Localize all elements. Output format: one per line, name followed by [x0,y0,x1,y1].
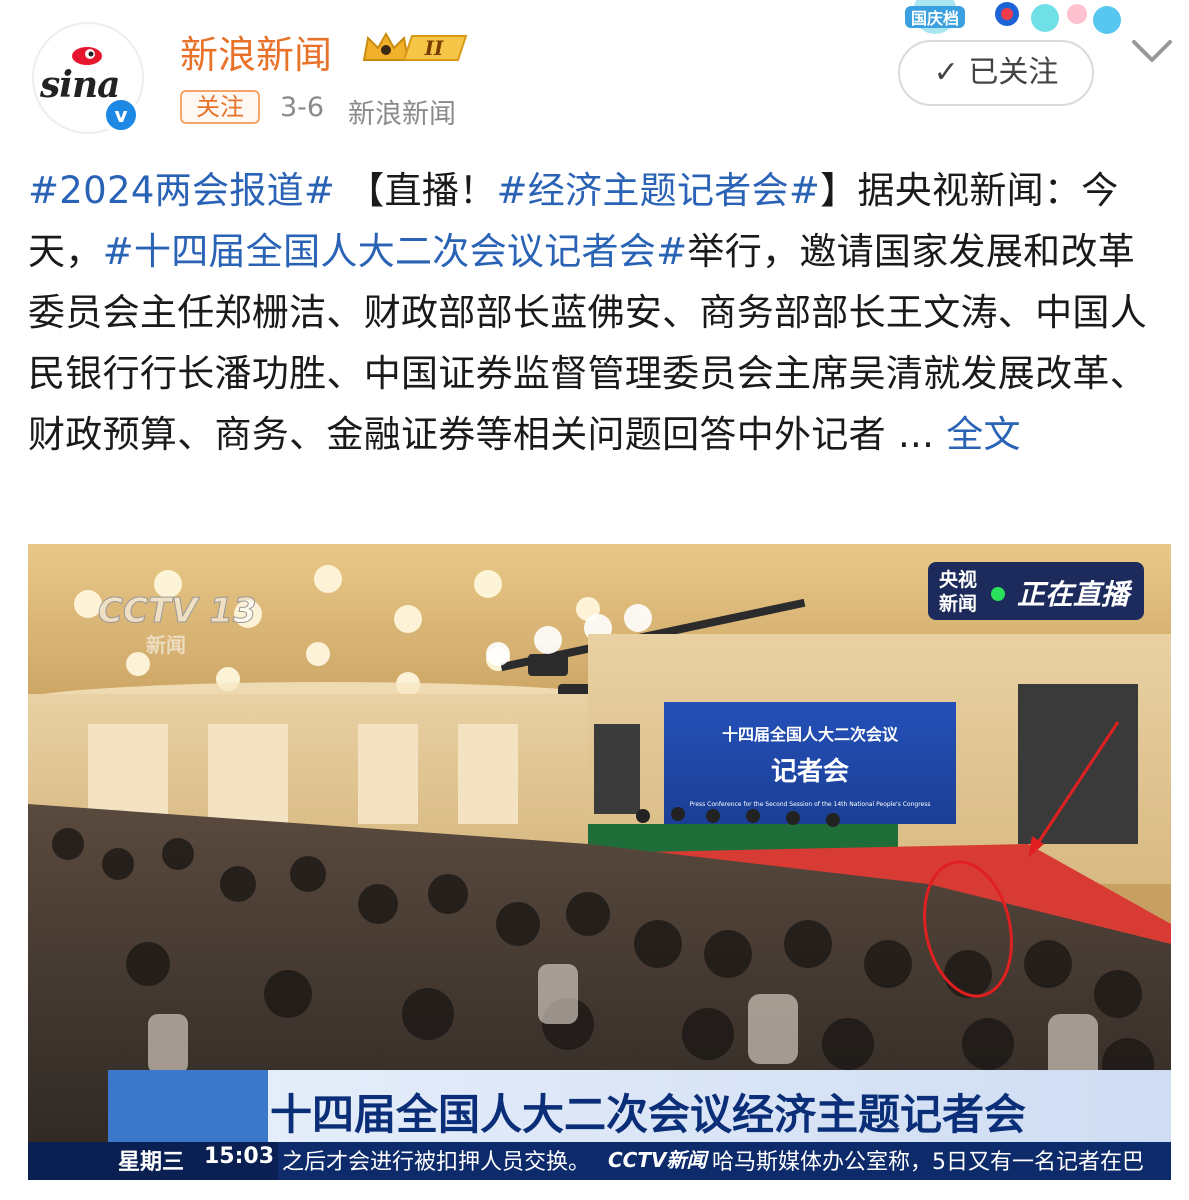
cctv13-watermark: CCTV 13 [98,591,257,631]
live-badge-line1: 央视 [939,568,977,591]
expand-full-text-link[interactable]: 全文 [946,413,1021,456]
cctv13-watermark-sub: 新闻 [146,633,186,657]
backdrop-english: Press Conference for the Second Session … [689,801,930,808]
post-text-segment: 【直播！ [335,169,497,212]
live-badge: 央视 新闻 正在直播 [928,562,1144,620]
verified-badge: v [102,96,140,134]
level-badge-text: II [424,36,444,60]
post-source: 新浪新闻 [348,99,456,130]
followed-button-label: 已关注 [968,55,1059,90]
account-name[interactable]: 新浪新闻 [180,24,332,79]
post-text: #2024两会报道# 【直播！#经济主题记者会#】据央视新闻：今天，#十四届全国… [28,160,1168,465]
hashtag-link[interactable]: #经济主题记者会# [496,169,820,212]
backdrop-title: 十四届全国人大二次会议 [722,725,899,744]
hashtag-link[interactable]: #十四届全国人大二次会议记者会# [103,230,688,273]
ticker-weekday: 星期三 [118,1150,185,1175]
live-badge-text: 正在直播 [1017,578,1133,611]
ticker-logo: CCTV新闻 [608,1148,707,1172]
chevron-down-icon[interactable] [1130,36,1174,66]
hashtag-link[interactable]: #2024两会报道# [28,169,335,212]
live-dot-icon [991,587,1005,601]
ticker-time: 15:03 [204,1144,275,1169]
video-headline: 十四届全国人大二次会议经济主题记者会 [270,1090,1027,1139]
level-crown-icon: II [362,31,468,61]
check-icon: ✓ [933,55,959,90]
follow-tag[interactable]: 关注 [180,90,260,124]
followed-button[interactable]: ✓ 已关注 [898,40,1094,106]
sina-eye-icon [72,47,102,65]
post-date: 3-6 [280,92,325,123]
ticker-text-left: 之后才会进行被扣押人员交换。 [282,1150,591,1175]
backdrop-subtitle: 记者会 [771,757,849,787]
live-badge-line2: 新闻 [939,592,977,615]
ticker-text-right: 哈马斯媒体办公室称，5日又有一名记者在巴 [712,1150,1144,1175]
holiday-badge-text: 国庆档 [911,9,959,28]
